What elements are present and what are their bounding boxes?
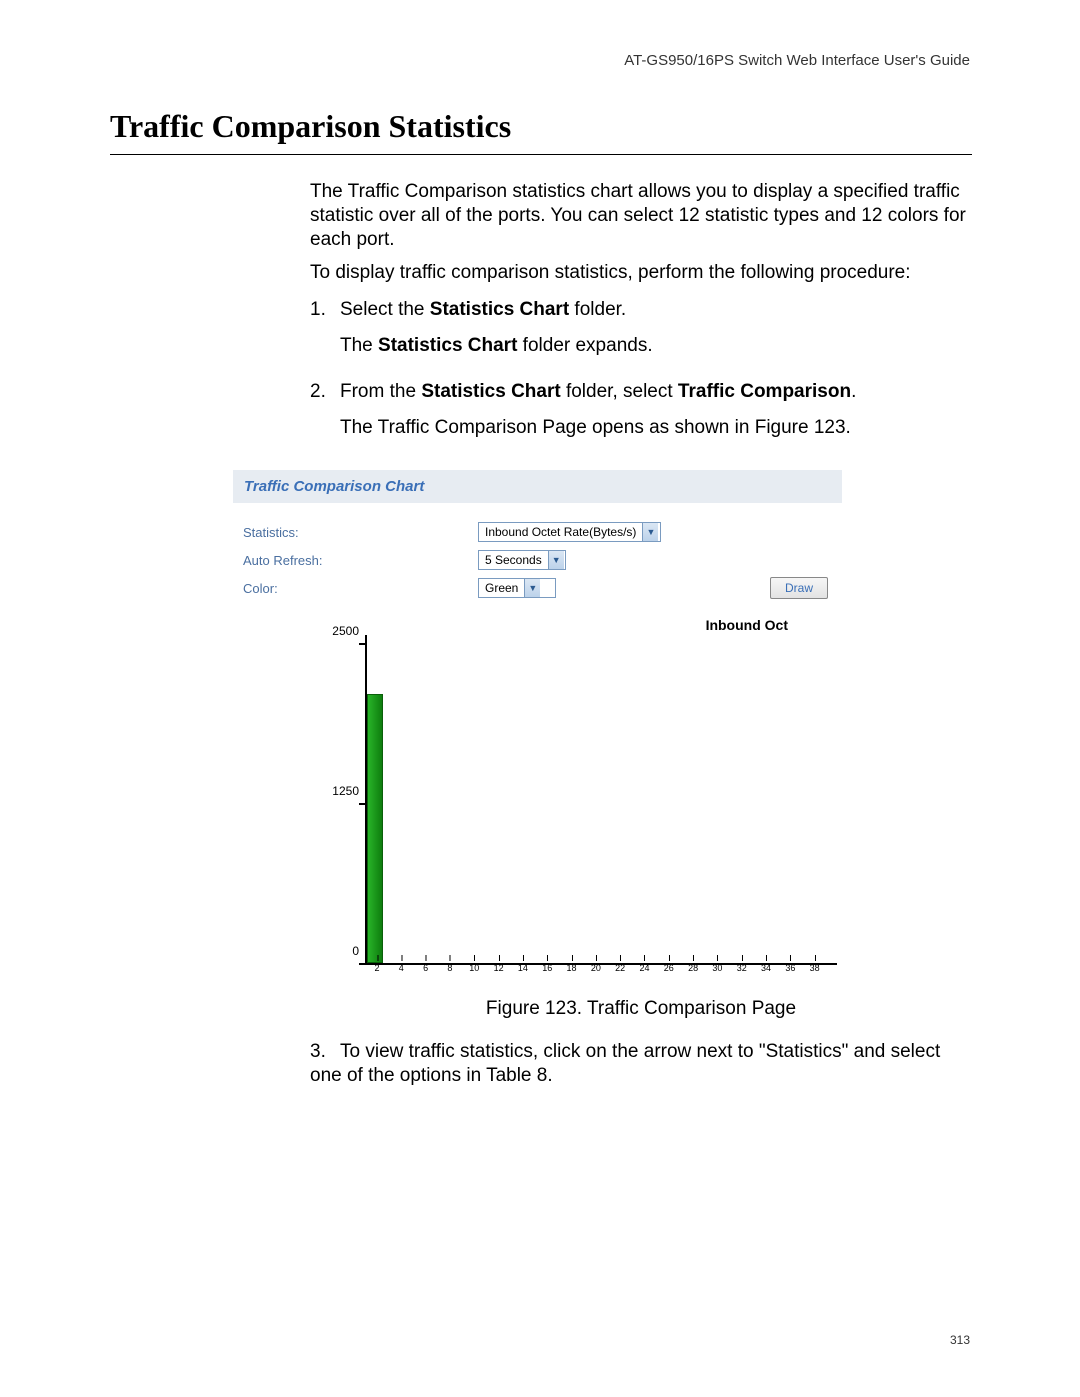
page-number: 313 bbox=[950, 1333, 970, 1347]
y-tick-label: 2500 bbox=[332, 624, 359, 638]
x-tick-label: 26 bbox=[664, 963, 674, 973]
step-3-text: To view traffic statistics, click on the… bbox=[310, 1041, 940, 1086]
x-tick-label: 14 bbox=[518, 963, 528, 973]
step-2-b: folder, select bbox=[561, 381, 678, 402]
x-tick-label: 36 bbox=[785, 963, 795, 973]
step-1c-b: folder expands. bbox=[517, 335, 652, 356]
x-tick-label: 4 bbox=[399, 963, 404, 973]
form-area: Statistics: Inbound Octet Rate(Bytes/s) … bbox=[233, 521, 842, 599]
x-tick-label: 8 bbox=[447, 963, 452, 973]
procedure-lead: To display traffic comparison statistics… bbox=[310, 261, 972, 285]
x-tick-label: 22 bbox=[615, 963, 625, 973]
x-tick-label: 2 bbox=[374, 963, 379, 973]
color-row: Color: Green ▼ Draw bbox=[243, 577, 832, 599]
draw-button[interactable]: Draw bbox=[770, 577, 828, 599]
x-tick-label: 10 bbox=[469, 963, 479, 973]
y-tick-label: 0 bbox=[352, 944, 359, 958]
step-1-text-a: Select the bbox=[340, 299, 430, 320]
color-label: Color: bbox=[243, 581, 478, 596]
intro-paragraph: The Traffic Comparison statistics chart … bbox=[310, 180, 972, 251]
x-tick-label: 12 bbox=[494, 963, 504, 973]
x-tick-label: 38 bbox=[810, 963, 820, 973]
step-number: 2. bbox=[310, 380, 340, 404]
x-tick-label: 30 bbox=[712, 963, 722, 973]
step-number: 3. bbox=[310, 1040, 340, 1064]
chevron-down-icon[interactable]: ▼ bbox=[642, 523, 658, 541]
y-tick bbox=[359, 643, 367, 645]
y-tick-label: 1250 bbox=[332, 784, 359, 798]
traffic-comparison-panel: Traffic Comparison Chart Statistics: Inb… bbox=[233, 470, 842, 990]
x-tick-label: 18 bbox=[567, 963, 577, 973]
autorefresh-select-value: 5 Seconds bbox=[479, 553, 548, 567]
x-tick-label: 6 bbox=[423, 963, 428, 973]
step-1-bold: Statistics Chart bbox=[430, 299, 569, 320]
statistics-row: Statistics: Inbound Octet Rate(Bytes/s) … bbox=[243, 521, 832, 543]
autorefresh-row: Auto Refresh: 5 Seconds ▼ bbox=[243, 549, 832, 571]
x-tick-label: 34 bbox=[761, 963, 771, 973]
autorefresh-label: Auto Refresh: bbox=[243, 553, 478, 568]
chart-title: Inbound Oct bbox=[233, 617, 842, 633]
step-2-c: . bbox=[851, 381, 856, 402]
statistics-select[interactable]: Inbound Octet Rate(Bytes/s) ▼ bbox=[478, 522, 661, 542]
statistics-select-value: Inbound Octet Rate(Bytes/s) bbox=[479, 525, 642, 539]
step-2-bold1: Statistics Chart bbox=[421, 381, 560, 402]
x-tick-label: 28 bbox=[688, 963, 698, 973]
y-tick bbox=[359, 803, 367, 805]
color-select-value: Green bbox=[479, 581, 524, 595]
running-head: AT-GS950/16PS Switch Web Interface User'… bbox=[624, 52, 970, 69]
step-1: 1.Select the Statistics Chart folder. bbox=[310, 298, 972, 322]
step-2-a: From the bbox=[340, 381, 421, 402]
chart-area: 0125025002468101214161820222426283032343… bbox=[329, 635, 842, 985]
panel-title: Traffic Comparison Chart bbox=[233, 470, 842, 503]
figure-caption: Figure 123. Traffic Comparison Page bbox=[310, 998, 972, 1020]
x-tick-label: 20 bbox=[591, 963, 601, 973]
step-number: 1. bbox=[310, 298, 340, 322]
step-1c-bold: Statistics Chart bbox=[378, 335, 517, 356]
statistics-label: Statistics: bbox=[243, 525, 478, 540]
color-select[interactable]: Green ▼ bbox=[478, 578, 556, 598]
page-title: Traffic Comparison Statistics bbox=[110, 108, 511, 145]
x-ticks: 2468101214161820222426283032343638 bbox=[365, 965, 837, 977]
chart-bar bbox=[367, 694, 383, 963]
chevron-down-icon[interactable]: ▼ bbox=[548, 551, 564, 569]
x-tick-label: 16 bbox=[542, 963, 552, 973]
step-3: 3.To view traffic statistics, click on t… bbox=[310, 1040, 972, 1088]
chevron-down-icon[interactable]: ▼ bbox=[524, 579, 540, 597]
step-2-bold2: Traffic Comparison bbox=[678, 381, 851, 402]
step-2-result: The Traffic Comparison Page opens as sho… bbox=[310, 416, 972, 440]
step-2: 2.From the Statistics Chart folder, sele… bbox=[310, 380, 972, 404]
x-tick-label: 32 bbox=[737, 963, 747, 973]
step-1c-a: The bbox=[340, 335, 378, 356]
autorefresh-select[interactable]: 5 Seconds ▼ bbox=[478, 550, 566, 570]
step-1-result: The Statistics Chart folder expands. bbox=[310, 334, 972, 358]
title-rule bbox=[110, 154, 972, 155]
step-1-text-b: folder. bbox=[569, 299, 626, 320]
x-tick-label: 24 bbox=[639, 963, 649, 973]
